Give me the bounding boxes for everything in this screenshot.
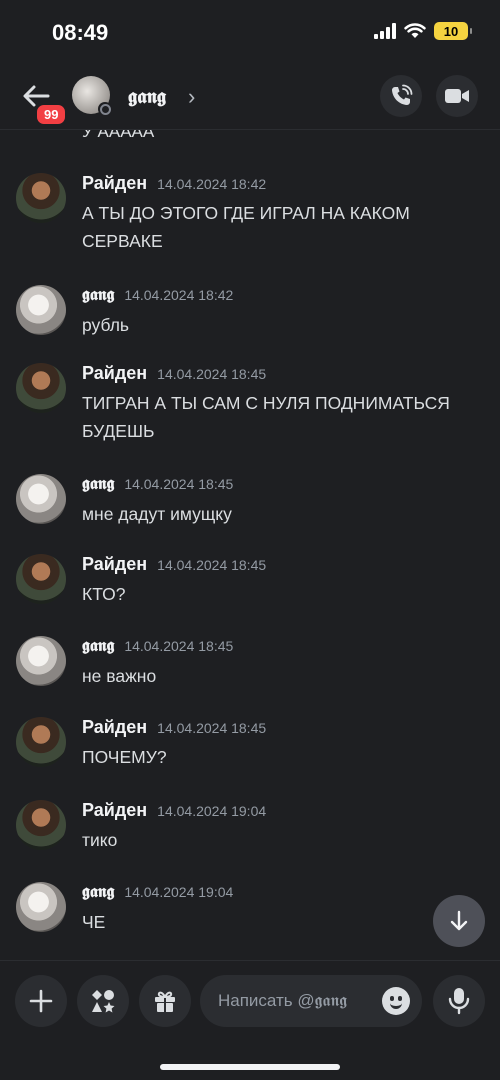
avatar[interactable] xyxy=(16,285,66,335)
unread-badge: 99 xyxy=(34,102,69,127)
message-timestamp: 14.04.2024 18:45 xyxy=(157,720,267,736)
message-composer xyxy=(0,960,500,1080)
message-header: 𝖌𝖆𝖓𝖌 14.04.2024 18:42 xyxy=(82,285,233,305)
battery-icon: 10 xyxy=(434,22,472,40)
wifi-icon xyxy=(404,23,426,38)
message-text: А ТЫ ДО ЭТОГО ГДЕ ИГРАЛ НА КАКОМ СЕРВАКЕ xyxy=(82,203,410,251)
channel-title[interactable]: 𝖌𝖆𝖓𝖌 xyxy=(128,84,166,108)
avatar[interactable] xyxy=(16,800,66,850)
author-name[interactable]: 𝖌𝖆𝖓𝖌 xyxy=(82,285,114,305)
status-indicators: 10 xyxy=(374,22,472,40)
avatar[interactable] xyxy=(16,882,66,932)
microphone-icon xyxy=(448,988,470,1015)
author-name[interactable]: Райден xyxy=(82,173,147,194)
cellular-signal-icon xyxy=(374,23,396,39)
voice-call-button[interactable] xyxy=(380,75,422,117)
message-header: Райден 14.04.2024 18:45 xyxy=(82,717,266,738)
message-header: Райден 14.04.2024 18:45 xyxy=(82,363,266,384)
avatar[interactable] xyxy=(16,173,66,223)
message-header: Райден 14.04.2024 18:42 xyxy=(82,173,266,194)
message-text: ТИГРАН А ТЫ САМ С НУЛЯ ПОДНИМАТЬСЯ БУДЕШ… xyxy=(82,393,450,441)
avatar[interactable] xyxy=(16,554,66,604)
status-bar: 08:49 10 xyxy=(0,0,500,64)
avatar[interactable] xyxy=(16,474,66,524)
message-text: мне дадут имущку xyxy=(82,504,232,524)
message-header: 𝖌𝖆𝖓𝖌 14.04.2024 18:45 xyxy=(82,636,233,656)
author-name[interactable]: 𝖌𝖆𝖓𝖌 xyxy=(82,882,114,902)
message-text: рубль xyxy=(82,315,130,335)
message-header: Райден 14.04.2024 18:45 xyxy=(82,554,266,575)
message-header: 𝖌𝖆𝖓𝖌 14.04.2024 19:04 xyxy=(82,882,233,902)
avatar[interactable] xyxy=(16,636,66,686)
author-name[interactable]: 𝖌𝖆𝖓𝖌 xyxy=(82,474,114,494)
message-list[interactable]: У ААААА Райден 14.04.2024 18:42 А ТЫ ДО ЭТ… xyxy=(0,130,500,960)
message-header: Райден 14.04.2024 19:04 xyxy=(82,800,266,821)
message-timestamp: 14.04.2024 18:42 xyxy=(157,176,267,192)
message-text: ЧЕ xyxy=(82,912,106,932)
previous-message-text: У ААААА xyxy=(82,130,155,141)
emoji-icon[interactable] xyxy=(382,987,410,1015)
author-name[interactable]: Райден xyxy=(82,800,147,821)
apps-icon xyxy=(92,990,115,1013)
video-call-button[interactable] xyxy=(436,75,478,117)
message-timestamp: 14.04.2024 19:04 xyxy=(124,884,234,900)
author-name[interactable]: Райден xyxy=(82,554,147,575)
message-input-pill xyxy=(200,975,422,1027)
status-time: 08:49 xyxy=(52,20,109,45)
gift-icon xyxy=(155,991,175,1012)
chat-header: 99 𝖌𝖆𝖓𝖌 › xyxy=(0,64,500,130)
plus-icon xyxy=(29,989,53,1013)
message-text: КТО? xyxy=(82,584,126,604)
phone-call-icon xyxy=(392,84,413,105)
message-input[interactable] xyxy=(218,975,376,1027)
message-timestamp: 14.04.2024 19:04 xyxy=(157,803,267,819)
home-indicator xyxy=(160,1064,340,1070)
video-camera-icon xyxy=(445,89,469,103)
message-text: ПОЧЕМУ? xyxy=(82,747,167,767)
gift-button[interactable] xyxy=(139,975,191,1027)
author-name[interactable]: Райден xyxy=(82,363,147,384)
voice-message-button[interactable] xyxy=(433,975,485,1027)
message-timestamp: 14.04.2024 18:45 xyxy=(157,366,267,382)
apps-button[interactable] xyxy=(77,975,129,1027)
message-text: тико xyxy=(82,830,118,850)
offline-status-icon xyxy=(98,102,112,116)
scroll-to-bottom-button[interactable] xyxy=(433,895,485,947)
message-timestamp: 14.04.2024 18:42 xyxy=(124,287,234,303)
message-timestamp: 14.04.2024 18:45 xyxy=(124,638,234,654)
message-timestamp: 14.04.2024 18:45 xyxy=(124,476,234,492)
arrow-down-icon xyxy=(450,910,468,931)
chevron-right-icon[interactable]: › xyxy=(188,84,195,110)
avatar[interactable] xyxy=(16,717,66,767)
author-name[interactable]: Райден xyxy=(82,717,147,738)
avatar[interactable] xyxy=(16,363,66,413)
message-header: 𝖌𝖆𝖓𝖌 14.04.2024 18:45 xyxy=(82,474,233,494)
add-attachment-button[interactable] xyxy=(15,975,67,1027)
message-timestamp: 14.04.2024 18:45 xyxy=(157,557,267,573)
message-text: не важно xyxy=(82,666,157,686)
author-name[interactable]: 𝖌𝖆𝖓𝖌 xyxy=(82,636,114,656)
